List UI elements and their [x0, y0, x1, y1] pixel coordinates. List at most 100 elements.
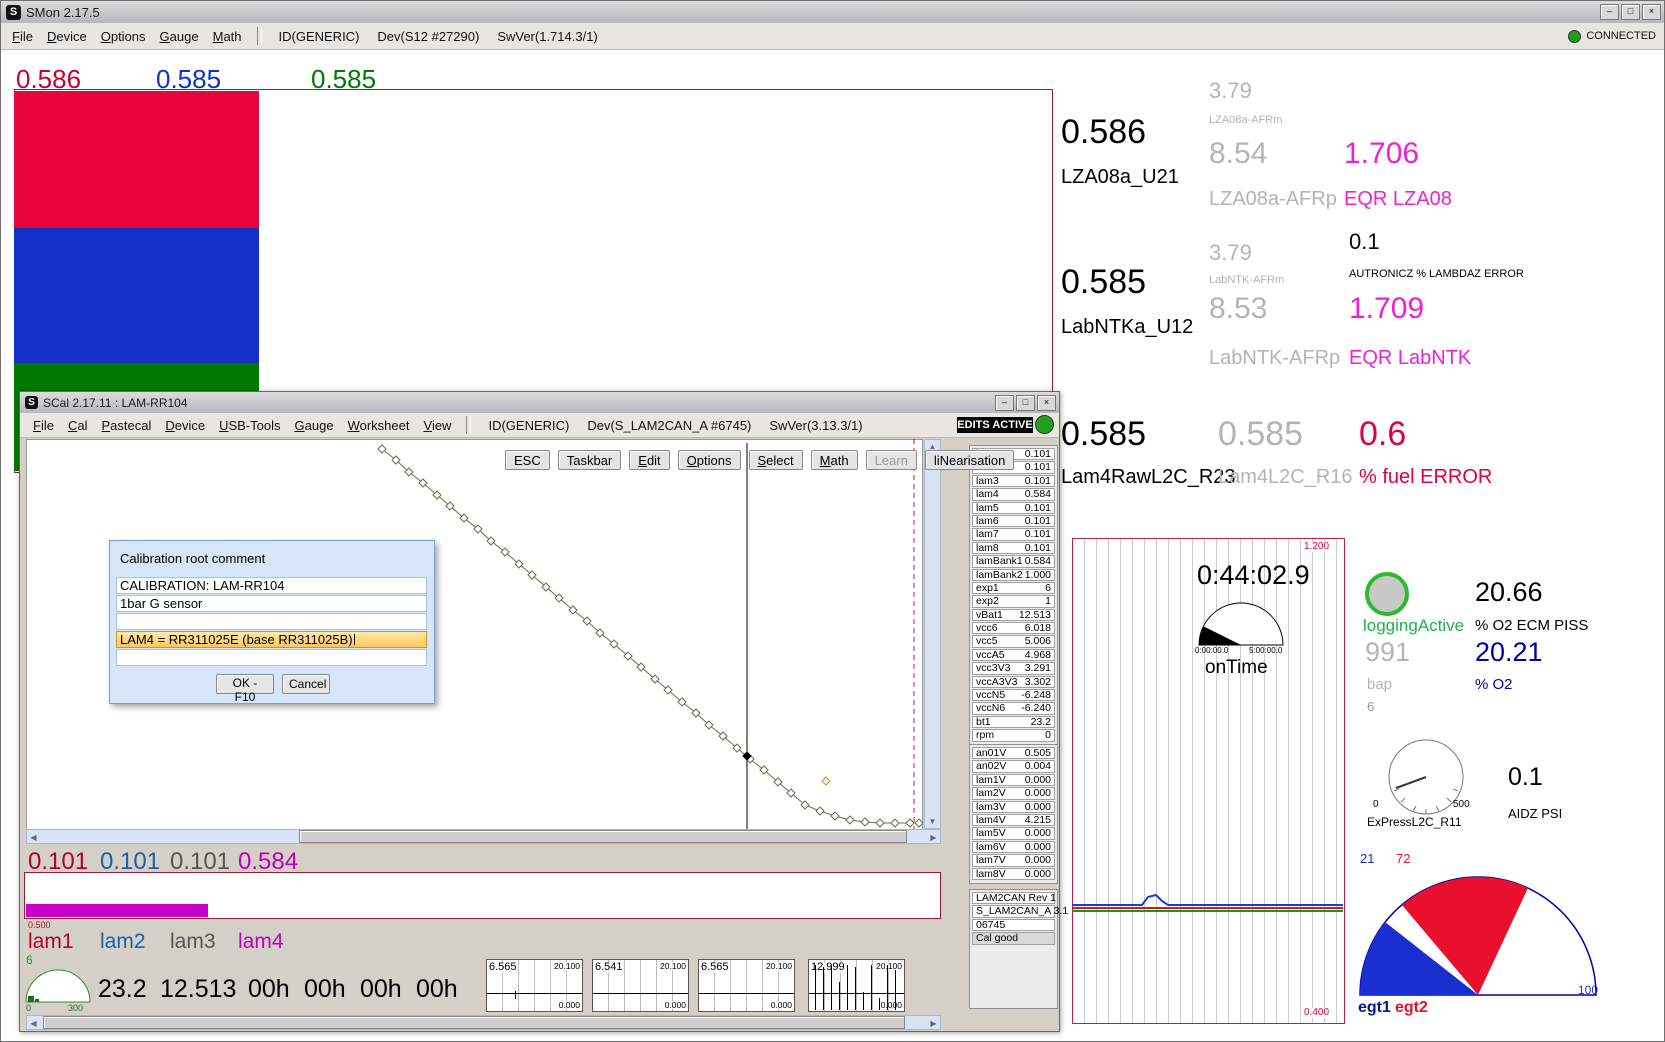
- scal-menu-view[interactable]: View: [424, 418, 452, 433]
- o2-label: % O2: [1475, 677, 1513, 692]
- logging-active-label: loggingActive: [1363, 617, 1464, 634]
- channel-value: 0.000: [1025, 828, 1051, 838]
- express-value: 0.1: [1508, 765, 1543, 790]
- smon-titlebar[interactable]: S SMon 2.17.5 – □ ×: [1, 1, 1664, 24]
- close-icon[interactable]: ×: [1642, 4, 1661, 20]
- channel-name: vccA3V3: [976, 677, 1017, 687]
- smon-menu-device[interactable]: Device: [47, 29, 87, 44]
- scal-menu-gauge[interactable]: Gauge: [295, 418, 334, 433]
- smon-menu-math[interactable]: Math: [213, 29, 242, 44]
- scroll-right-icon[interactable]: ▶: [927, 831, 940, 844]
- scal-bottom-scrollbar[interactable]: ◀ ▶: [26, 1015, 941, 1030]
- lam4l2c-value: 0.585: [1218, 417, 1303, 451]
- mini-chart-max: 20.100: [876, 962, 902, 971]
- toolbar-esc-button[interactable]: ESC: [505, 450, 550, 470]
- toolbar-select-button[interactable]: Select: [749, 450, 803, 470]
- connection-status: CONNECTED: [1586, 30, 1656, 42]
- device-info-text: LAM2CAN Rev 1: [976, 893, 1056, 903]
- dialog-title: Calibration root comment: [110, 541, 434, 566]
- device-info-row: Cal good: [972, 932, 1055, 944]
- mini-chart: 6.54120.1000.000: [592, 959, 689, 1012]
- table-row: lamBank21.000: [972, 569, 1055, 581]
- table-row: lam50.101: [972, 502, 1055, 514]
- toolbar-options-button[interactable]: Options: [678, 450, 741, 470]
- smon-menu-options[interactable]: Options: [101, 29, 146, 44]
- scroll-left-icon[interactable]: ◀: [27, 1017, 40, 1030]
- ok-button[interactable]: OK - F10: [216, 674, 274, 694]
- smon-menu-file[interactable]: File: [12, 29, 33, 44]
- dialog-comment-row[interactable]: LAM4 = RR311025E (base RR311025B): [116, 631, 427, 648]
- scal-titlebar[interactable]: S SCal 2.17.11 : LAM-RR104 – □ ×: [20, 392, 1059, 414]
- channel-value: 6.018: [1025, 623, 1051, 633]
- curve-point: [906, 819, 914, 827]
- scal-menu-file[interactable]: File: [33, 418, 54, 433]
- scal-menu-device[interactable]: Device: [165, 418, 205, 433]
- table-row: lamBank10.584: [972, 555, 1055, 567]
- autronicz-value: 0.1: [1349, 231, 1380, 253]
- mini-chart-spike: [831, 965, 832, 1010]
- dialog-comment-row[interactable]: [116, 613, 427, 630]
- mini-chart: 12.99920.1000.000: [808, 959, 905, 1012]
- scal-menu-usb-tools[interactable]: USB-Tools: [219, 418, 280, 433]
- table-row: lam3V0.000: [972, 801, 1055, 813]
- table-row: lam8V0.000: [972, 868, 1055, 880]
- table-row: exp16: [972, 582, 1055, 594]
- channel-value: 0.004: [1025, 761, 1051, 771]
- scal-id-info: ID(GENERIC): [488, 418, 569, 433]
- scal-maximize-icon[interactable]: □: [1016, 395, 1035, 411]
- channel-value: 3.302: [1025, 677, 1051, 687]
- lza08a-afrp-value: 8.54: [1209, 139, 1267, 169]
- scal-close-icon[interactable]: ×: [1037, 395, 1056, 411]
- scroll-right-icon[interactable]: ▶: [927, 1017, 940, 1030]
- mini-chart-min: 0.000: [771, 1001, 792, 1010]
- bottom-number: 00h: [360, 975, 402, 1004]
- maximize-icon[interactable]: □: [1621, 4, 1640, 20]
- mini-chart-spike: [895, 970, 896, 1010]
- chart-vscrollbar[interactable]: ▲ ▼: [924, 439, 941, 829]
- channel-name: lam7V: [976, 855, 1006, 865]
- table-row: lam80.101: [972, 542, 1055, 554]
- mini-chart-spike: [855, 967, 856, 1010]
- scal-menu-pastecal[interactable]: Pastecal: [101, 418, 151, 433]
- channel-name: an01V: [976, 748, 1006, 758]
- channel-value: 0.505: [1025, 748, 1051, 758]
- toolbar-taskbar-button[interactable]: Taskbar: [558, 450, 622, 470]
- channel-name: bt1: [976, 717, 991, 727]
- egt-gauge: [1358, 867, 1598, 997]
- lam-label: lam3: [170, 930, 216, 954]
- scrollbar-thumb[interactable]: [299, 830, 907, 843]
- table-row: lam4V4.215: [972, 814, 1055, 826]
- dialog-comment-row[interactable]: 1bar G sensor: [116, 595, 427, 612]
- toolbar-learn-button[interactable]: Learn: [866, 450, 917, 470]
- cancel-button[interactable]: Cancel: [282, 674, 330, 694]
- scal-minimize-icon[interactable]: –: [995, 395, 1014, 411]
- scal-menu-worksheet[interactable]: Worksheet: [348, 418, 410, 433]
- smon-window: S SMon 2.17.5 – □ × File Device Options Gau…: [0, 0, 1665, 1042]
- egt2-value: 72: [1396, 852, 1410, 865]
- logging-active-icon: [1365, 572, 1409, 616]
- chart-hscrollbar[interactable]: ◀ ▶: [26, 829, 941, 844]
- toolbar-math-button[interactable]: Math: [811, 450, 858, 470]
- channel-value: 0.101: [1025, 529, 1051, 539]
- ontime-scale-max: 5:00:00.0: [1249, 647, 1282, 655]
- ontime-value: 0:44:02.9: [1197, 562, 1310, 589]
- channel-value: 1.000: [1025, 570, 1051, 580]
- minimize-icon[interactable]: –: [1600, 4, 1619, 20]
- toolbar-linearisation-button[interactable]: liNearisation: [925, 450, 1015, 470]
- scroll-down-icon[interactable]: ▼: [926, 815, 939, 828]
- autronicz-label: AUTRONICZ % LAMBDAZ ERROR: [1349, 269, 1524, 280]
- table-row: lam6V0.000: [972, 841, 1055, 853]
- scrollbar-thumb[interactable]: [43, 1016, 905, 1029]
- express-scale-max: 500: [1453, 800, 1470, 810]
- toolbar-edit-button[interactable]: Edit: [629, 450, 669, 470]
- table-row: lam30.101: [972, 475, 1055, 487]
- scroll-left-icon[interactable]: ◀: [27, 831, 40, 844]
- channel-name: exp1: [976, 583, 999, 593]
- dialog-comment-row[interactable]: CALIBRATION: LAM-RR104: [116, 577, 427, 594]
- mini-chart-spike: [871, 965, 872, 1010]
- lam4raw-value: 0.585: [1061, 417, 1146, 451]
- express-scale-min: 0: [1373, 800, 1379, 810]
- dialog-comment-row[interactable]: [116, 649, 427, 666]
- smon-menu-gauge[interactable]: Gauge: [160, 29, 199, 44]
- scal-menu-cal[interactable]: Cal: [68, 418, 88, 433]
